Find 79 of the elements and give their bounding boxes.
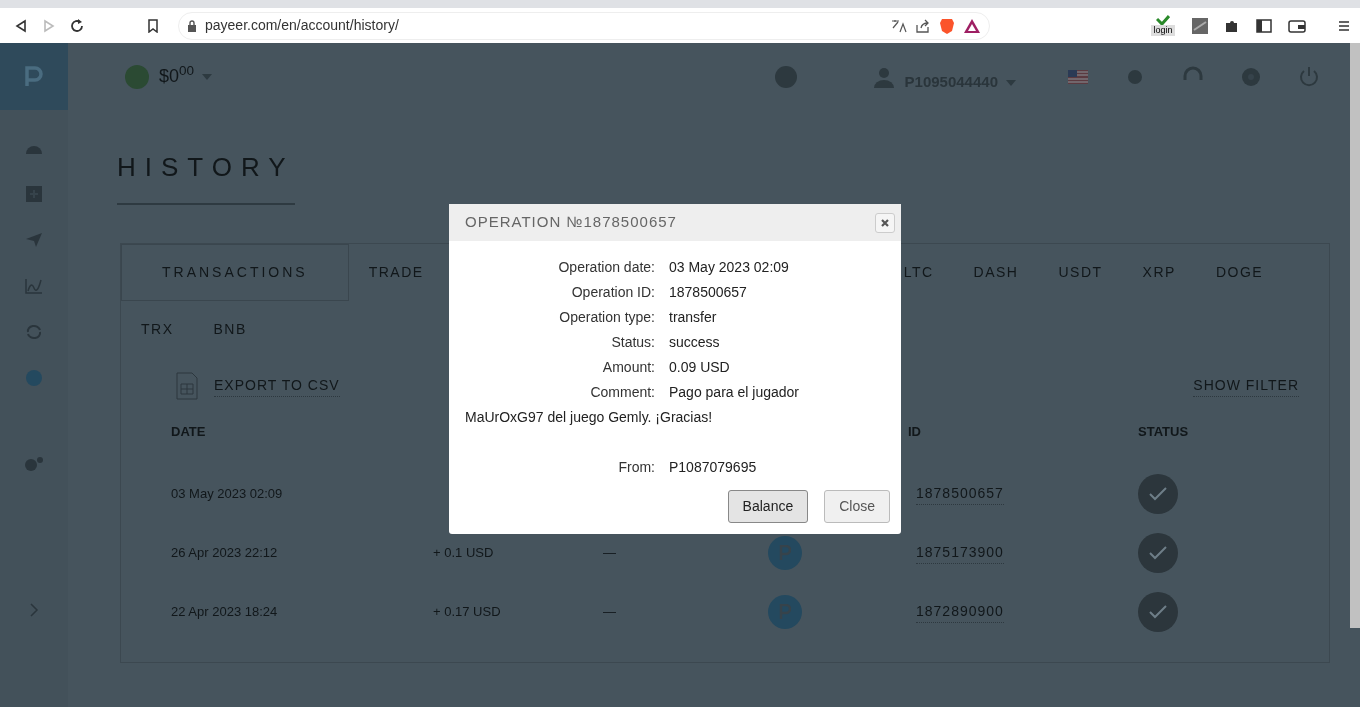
field-value: 0.09 USD: [669, 358, 730, 377]
plus-icon[interactable]: [26, 186, 42, 202]
exchange-icon[interactable]: [25, 324, 43, 340]
column-header: DATE: [171, 423, 206, 442]
field-value: transfer: [669, 308, 717, 327]
extension-button[interactable]: login: [1150, 11, 1176, 40]
field-label: Comment:: [589, 383, 655, 402]
logo-icon[interactable]: [0, 43, 68, 110]
address-bar[interactable]: payeer.com/en/account/history/: [178, 11, 990, 40]
triangle-icon[interactable]: [963, 17, 981, 34]
field-value: P1087079695: [669, 458, 757, 477]
url-text: payeer.com/en/account/history/: [205, 16, 400, 35]
tab[interactable]: TRADE: [348, 244, 444, 301]
field-label: Status:: [610, 333, 655, 352]
power-icon[interactable]: [1298, 65, 1320, 88]
extension-icon[interactable]: [1192, 17, 1208, 34]
column-header: ID: [908, 423, 921, 442]
field-label: From:: [617, 458, 655, 477]
field-value: MaUrOxG97 del juego Gemly. ¡Gracias!: [465, 408, 713, 427]
table-cell-text: —: [603, 543, 616, 562]
flag-icon[interactable]: [1068, 69, 1088, 84]
field-label: Operation ID:: [570, 283, 655, 302]
dialog-button[interactable]: Close: [824, 490, 890, 523]
id-link[interactable]: 1872890900: [916, 600, 1004, 623]
send-icon[interactable]: [25, 232, 43, 248]
tab[interactable]: XRP: [1122, 244, 1196, 301]
tab[interactable]: LTC: [883, 244, 954, 301]
field-value: success: [669, 333, 720, 352]
payeer-badge-icon: [768, 594, 802, 629]
field-label: Amount:: [601, 358, 655, 377]
filter-link[interactable]: SHOW FILTER: [1193, 375, 1299, 397]
check-icon: [1138, 473, 1178, 514]
share-icon[interactable]: [915, 18, 931, 33]
lion-shield-icon[interactable]: [939, 16, 955, 35]
table-cell-text: —: [603, 602, 616, 621]
sidebar-icon[interactable]: [1256, 18, 1272, 33]
id-link[interactable]: 1878500657: [916, 482, 1004, 505]
table-cell-text: + 0.17 USD: [433, 602, 501, 621]
tab[interactable]: USDT: [1038, 244, 1123, 301]
field-value: Pago para el jugador: [669, 383, 799, 402]
page-title: HISTORY: [117, 148, 295, 205]
payeer-badge-icon: [768, 535, 802, 570]
tab[interactable]: TRANSACTIONS: [121, 244, 349, 301]
field-label: Operation date:: [557, 258, 655, 277]
coin-icon: [125, 64, 149, 89]
lock-icon: [187, 19, 197, 32]
field-label: Operation type:: [558, 308, 655, 327]
chart-icon[interactable]: [25, 278, 43, 294]
check-icon: [1156, 15, 1170, 25]
column-header: STATUS: [1138, 423, 1189, 442]
check-icon: [1138, 532, 1178, 573]
tab[interactable]: TRX: [121, 301, 194, 358]
check-icon: [1138, 591, 1178, 632]
caret-icon[interactable]: [202, 73, 213, 80]
dialog-title: OPERATION №1878500657: [465, 212, 677, 233]
export-link[interactable]: EXPORT TO CSV: [214, 375, 340, 397]
table-cell-text: 22 Apr 2023 18:24: [171, 602, 278, 621]
scrollbar[interactable]: [1350, 43, 1360, 628]
dialog-button[interactable]: Balance: [727, 490, 809, 523]
balance-amount[interactable]: $0$^{00}$: [159, 63, 195, 90]
chevron-right-icon[interactable]: [29, 602, 39, 618]
caret-icon[interactable]: [1006, 79, 1016, 86]
table-cell-text: + 0.1 USD: [433, 543, 494, 562]
close-icon[interactable]: [875, 212, 895, 233]
clock-icon[interactable]: [26, 370, 42, 386]
table-cell-text: 26 Apr 2023 22:12: [171, 543, 278, 562]
tab[interactable]: BNB: [193, 301, 267, 358]
tab[interactable]: DASH: [953, 244, 1039, 301]
wallet-icon[interactable]: [1288, 18, 1306, 33]
field-value: 1878500657: [669, 283, 747, 302]
settings-icon[interactable]: [1240, 65, 1262, 88]
field-value: 03 May 2023 02:09: [669, 258, 789, 277]
id-link[interactable]: 1875173900: [916, 541, 1004, 564]
tab[interactable]: DOGE: [1195, 244, 1284, 301]
spreadsheet-icon[interactable]: [176, 372, 198, 400]
user-icon[interactable]: [872, 65, 895, 88]
translate-icon[interactable]: [891, 18, 907, 33]
menu-icon[interactable]: [1338, 19, 1350, 32]
table-cell-text: 03 May 2023 02:09: [171, 484, 283, 503]
